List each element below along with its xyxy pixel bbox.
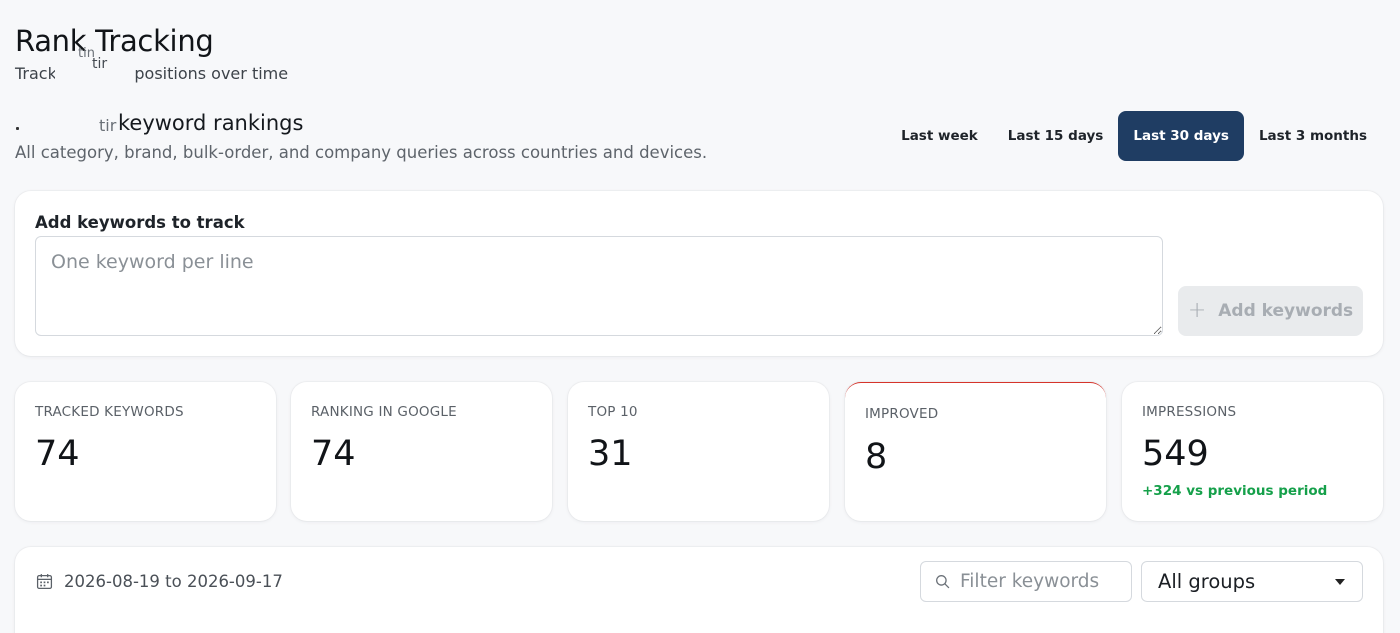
tab-last-3-months[interactable]: Last 3 months bbox=[1244, 111, 1382, 161]
group-select-value: All groups bbox=[1158, 570, 1256, 593]
tab-last-15-days[interactable]: Last 15 days bbox=[993, 111, 1119, 161]
search-icon bbox=[936, 575, 950, 589]
add-keywords-label: Add keywords to track bbox=[35, 213, 245, 232]
stat-top-10: TOP 10 31 bbox=[568, 382, 829, 521]
date-range-text: 2026-08-19 to 2026-09-17 bbox=[64, 572, 283, 591]
filter-keywords-field[interactable] bbox=[920, 561, 1132, 602]
stat-label: RANKING IN GOOGLE bbox=[311, 404, 457, 420]
stat-delta: +324 vs previous period bbox=[1142, 483, 1328, 499]
stat-improved: IMPROVED 8 bbox=[845, 382, 1106, 521]
rankings-table-card: 2026-08-19 to 2026-09-17 All groups bbox=[15, 547, 1383, 633]
plus-icon: + bbox=[1187, 298, 1207, 323]
add-keywords-button-label: Add keywords bbox=[1218, 301, 1354, 321]
stat-tracked-keywords: TRACKED KEYWORDS 74 bbox=[15, 382, 276, 521]
page-title: Rank Tracking bbox=[15, 24, 214, 58]
stat-label: IMPRESSIONS bbox=[1142, 404, 1237, 420]
tab-last-30-days[interactable]: Last 30 days bbox=[1118, 111, 1244, 161]
calendar-icon bbox=[36, 574, 53, 590]
redaction-mark bbox=[16, 127, 19, 130]
tab-last-week[interactable]: Last week bbox=[886, 111, 993, 161]
keywords-textarea[interactable] bbox=[35, 236, 1163, 336]
section-title: keyword rankings bbox=[118, 111, 304, 135]
stat-label: TOP 10 bbox=[588, 404, 638, 420]
stat-label: IMPROVED bbox=[865, 406, 939, 422]
stat-value: 31 bbox=[588, 434, 633, 474]
group-select[interactable]: All groups bbox=[1141, 561, 1363, 602]
section-description: All category, brand, bulk-order, and com… bbox=[15, 143, 708, 162]
stat-value: 8 bbox=[865, 437, 888, 477]
stat-ranking-in-google: RANKING IN GOOGLE 74 bbox=[291, 382, 552, 521]
subtitle-fragment: tir bbox=[92, 56, 108, 72]
add-keywords-button[interactable]: + Add keywords bbox=[1178, 286, 1363, 336]
stat-label: TRACKED KEYWORDS bbox=[35, 404, 184, 420]
stat-value: 74 bbox=[35, 434, 80, 474]
filter-keywords-input[interactable] bbox=[960, 571, 1120, 592]
chevron-down-icon bbox=[1335, 578, 1345, 585]
rank-tracking-page: Rank Tracking Track keyword positions ov… bbox=[0, 0, 1400, 633]
stat-value: 74 bbox=[311, 434, 356, 474]
add-keywords-card: Add keywords to track + Add keywords bbox=[15, 191, 1383, 356]
stat-impressions: IMPRESSIONS 549 +324 vs previous period bbox=[1122, 382, 1383, 521]
stat-value: 549 bbox=[1142, 434, 1209, 474]
section-title-fragment: tir bbox=[99, 116, 117, 135]
date-range-tabs: Last week Last 15 days Last 30 days Last… bbox=[886, 111, 1382, 161]
